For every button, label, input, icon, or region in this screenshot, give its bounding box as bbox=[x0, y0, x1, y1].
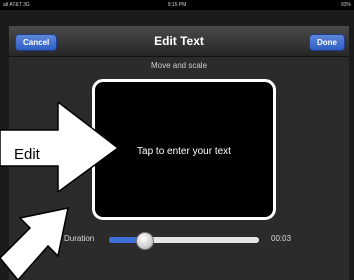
duration-arrow-annotation bbox=[0, 207, 69, 280]
battery-text: 93% bbox=[340, 2, 351, 8]
edit-arrow-label: Edit bbox=[14, 146, 40, 163]
navigation-bar: Edit Text Cancel Done bbox=[9, 26, 349, 57]
duration-value: 00:03 bbox=[271, 234, 292, 243]
text-placeholder: Tap to enter your text bbox=[137, 146, 231, 157]
cancel-button[interactable]: Cancel bbox=[15, 34, 58, 51]
move-scale-hint: Move and scale bbox=[150, 61, 208, 70]
done-button[interactable]: Done bbox=[309, 34, 345, 51]
duration-slider[interactable] bbox=[109, 232, 259, 250]
status-bar: atl AT&T 3G 9:15 PM 93% bbox=[0, 0, 354, 10]
page-title: Edit Text bbox=[154, 34, 204, 48]
clock-text: 9:15 PM bbox=[167, 2, 187, 8]
slider-thumb[interactable] bbox=[136, 232, 154, 250]
